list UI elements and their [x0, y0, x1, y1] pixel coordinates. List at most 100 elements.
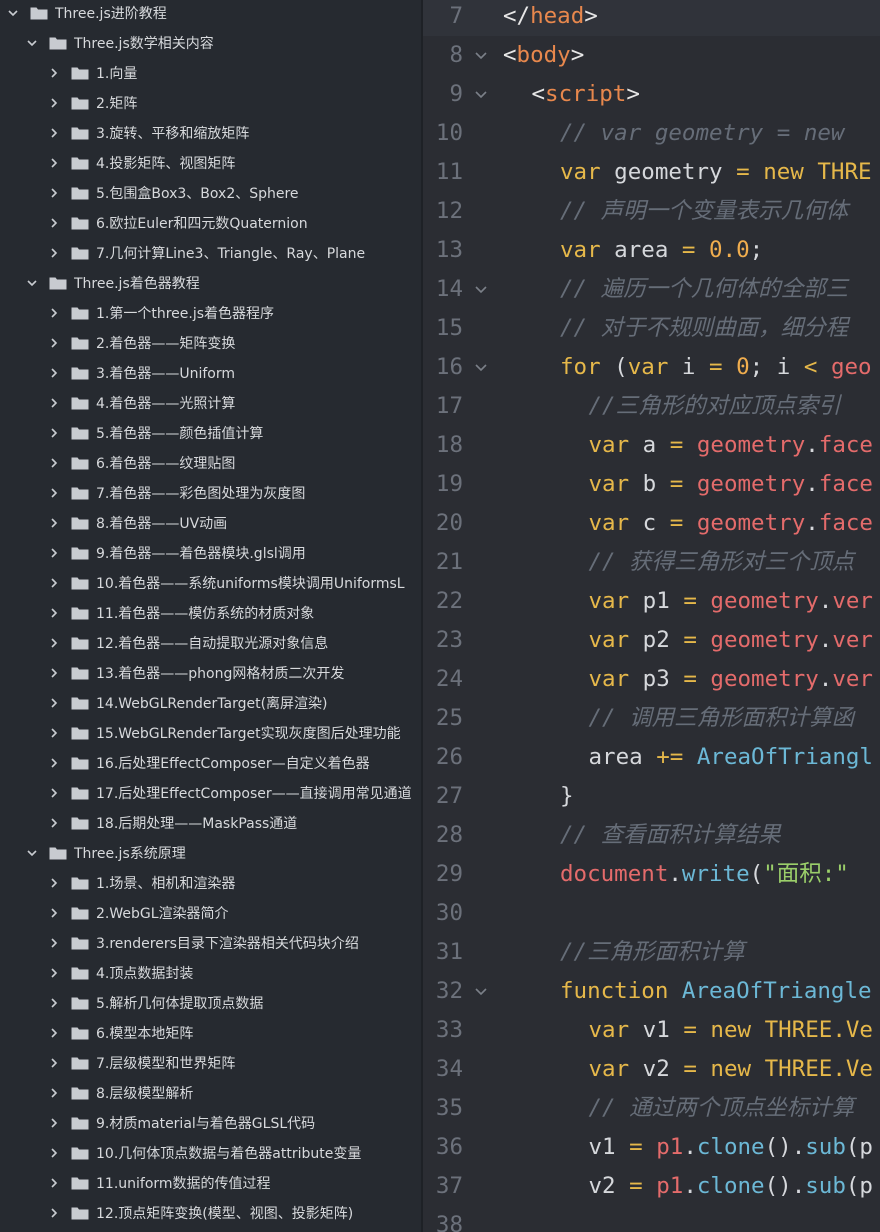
chevron-right-icon[interactable]: [47, 1026, 61, 1040]
code-line[interactable]: 23 var p2 = geometry.ver: [423, 621, 880, 660]
chevron-right-icon[interactable]: [47, 606, 61, 620]
chevron-right-icon[interactable]: [47, 366, 61, 380]
fold-chevron-icon[interactable]: [473, 270, 489, 309]
code-line[interactable]: 22 var p1 = geometry.ver: [423, 582, 880, 621]
chevron-right-icon[interactable]: [47, 96, 61, 110]
tree-folder[interactable]: Three.js着色器教程: [0, 268, 421, 298]
tree-item[interactable]: 4.着色器——光照计算: [0, 388, 421, 418]
tree-item[interactable]: 6.欧拉Euler和四元数Quaternion: [0, 208, 421, 238]
code-line[interactable]: 13 var area = 0.0;: [423, 231, 880, 270]
chevron-right-icon[interactable]: [47, 426, 61, 440]
chevron-right-icon[interactable]: [47, 876, 61, 890]
chevron-right-icon[interactable]: [47, 1116, 61, 1130]
chevron-right-icon[interactable]: [47, 1146, 61, 1160]
tree-folder[interactable]: Three.js数学相关内容: [0, 28, 421, 58]
tree-item[interactable]: 1.场景、相机和渲染器: [0, 868, 421, 898]
chevron-right-icon[interactable]: [47, 1056, 61, 1070]
tree-item[interactable]: 5.包围盒Box3、Box2、Sphere: [0, 178, 421, 208]
tree-item[interactable]: 2.着色器——矩阵变换: [0, 328, 421, 358]
chevron-right-icon[interactable]: [47, 396, 61, 410]
tree-item[interactable]: 10.几何体顶点数据与着色器attribute变量: [0, 1138, 421, 1168]
tree-item[interactable]: 6.模型本地矩阵: [0, 1018, 421, 1048]
tree-item[interactable]: 11.uniform数据的传值过程: [0, 1168, 421, 1198]
tree-item[interactable]: 17.后处理EffectComposer——直接调用常见通道: [0, 778, 421, 808]
tree-item[interactable]: 2.WebGL渲染器简介: [0, 898, 421, 928]
chevron-right-icon[interactable]: [47, 156, 61, 170]
tree-item[interactable]: 16.后处理EffectComposer—自定义着色器: [0, 748, 421, 778]
chevron-right-icon[interactable]: [47, 756, 61, 770]
chevron-right-icon[interactable]: [47, 906, 61, 920]
code-line[interactable]: 8 <body>: [423, 36, 880, 75]
chevron-right-icon[interactable]: [47, 246, 61, 260]
chevron-right-icon[interactable]: [47, 1176, 61, 1190]
tree-item[interactable]: 1.向量: [0, 58, 421, 88]
tree-folder[interactable]: Three.js进阶教程: [0, 0, 421, 28]
code-line[interactable]: 30: [423, 894, 880, 933]
tree-item[interactable]: 3.旋转、平移和缩放矩阵: [0, 118, 421, 148]
chevron-down-icon[interactable]: [6, 6, 20, 20]
code-line[interactable]: 28 // 查看面积计算结果: [423, 816, 880, 855]
tree-item[interactable]: 3.着色器——Uniform: [0, 358, 421, 388]
code-line[interactable]: 7 </head>: [423, 0, 880, 36]
chevron-down-icon[interactable]: [25, 846, 39, 860]
fold-chevron-icon[interactable]: [473, 348, 489, 387]
code-line[interactable]: 21 // 获得三角形对三个顶点: [423, 543, 880, 582]
chevron-right-icon[interactable]: [47, 486, 61, 500]
tree-item[interactable]: 15.WebGLRenderTarget实现灰度图后处理功能: [0, 718, 421, 748]
tree-item[interactable]: 12.着色器——自动提取光源对象信息: [0, 628, 421, 658]
tree-item[interactable]: 13.着色器——phong网格材质二次开发: [0, 658, 421, 688]
chevron-right-icon[interactable]: [47, 726, 61, 740]
code-line[interactable]: 9 <script>: [423, 75, 880, 114]
tree-item[interactable]: 1.第一个three.js着色器程序: [0, 298, 421, 328]
fold-chevron-icon[interactable]: [473, 36, 489, 75]
tree-item[interactable]: 10.着色器——系统uniforms模块调用UniformsL: [0, 568, 421, 598]
tree-item[interactable]: 3.renderers目录下渲染器相关代码块介绍: [0, 928, 421, 958]
code-line[interactable]: 35 // 通过两个顶点坐标计算: [423, 1089, 880, 1128]
chevron-right-icon[interactable]: [47, 576, 61, 590]
code-line[interactable]: 38: [423, 1206, 880, 1232]
code-line[interactable]: 25 // 调用三角形面积计算函: [423, 699, 880, 738]
tree-item[interactable]: 5.着色器——颜色插值计算: [0, 418, 421, 448]
tree-item[interactable]: 18.后期处理——MaskPass通道: [0, 808, 421, 838]
chevron-right-icon[interactable]: [47, 636, 61, 650]
code-line[interactable]: 20 var c = geometry.face: [423, 504, 880, 543]
code-line[interactable]: 10 // var geometry = new: [423, 114, 880, 153]
code-line[interactable]: 24 var p3 = geometry.ver: [423, 660, 880, 699]
code-line[interactable]: 32 function AreaOfTriangle: [423, 972, 880, 1011]
chevron-right-icon[interactable]: [47, 996, 61, 1010]
tree-item[interactable]: 9.材质material与着色器GLSL代码: [0, 1108, 421, 1138]
fold-chevron-icon[interactable]: [473, 75, 489, 114]
chevron-right-icon[interactable]: [47, 126, 61, 140]
chevron-right-icon[interactable]: [47, 66, 61, 80]
code-editor[interactable]: 7 </head> 8 <body> 9 <script> 10// var geometr…: [423, 0, 880, 1232]
code-line[interactable]: 37 v2 = p1.clone().sub(p: [423, 1167, 880, 1206]
code-line[interactable]: 34 var v2 = new THREE.Ve: [423, 1050, 880, 1089]
code-line[interactable]: 29 document.write("面积:": [423, 855, 880, 894]
chevron-right-icon[interactable]: [47, 336, 61, 350]
chevron-down-icon[interactable]: [25, 36, 39, 50]
code-line[interactable]: 27}: [423, 777, 880, 816]
chevron-right-icon[interactable]: [47, 216, 61, 230]
tree-item[interactable]: 14.WebGLRenderTarget(离屏渲染): [0, 688, 421, 718]
tree-item[interactable]: 8.着色器——UV动画: [0, 508, 421, 538]
tree-item[interactable]: 9.着色器——着色器模块.glsl调用: [0, 538, 421, 568]
code-line[interactable]: 19 var b = geometry.face: [423, 465, 880, 504]
code-line[interactable]: 15 // 对于不规则曲面，细分程: [423, 309, 880, 348]
chevron-right-icon[interactable]: [47, 936, 61, 950]
tree-item[interactable]: 4.顶点数据封装: [0, 958, 421, 988]
chevron-right-icon[interactable]: [47, 816, 61, 830]
code-line[interactable]: 26 area += AreaOfTriangl: [423, 738, 880, 777]
chevron-right-icon[interactable]: [47, 696, 61, 710]
fold-chevron-icon[interactable]: [473, 972, 489, 1011]
code-line[interactable]: 18 var a = geometry.face: [423, 426, 880, 465]
tree-item[interactable]: 4.投影矩阵、视图矩阵: [0, 148, 421, 178]
code-line[interactable]: 36 v1 = p1.clone().sub(p: [423, 1128, 880, 1167]
chevron-right-icon[interactable]: [47, 186, 61, 200]
chevron-down-icon[interactable]: [25, 276, 39, 290]
tree-folder[interactable]: Three.js系统原理: [0, 838, 421, 868]
code-line[interactable]: 14 // 遍历一个几何体的全部三: [423, 270, 880, 309]
chevron-right-icon[interactable]: [47, 1086, 61, 1100]
tree-item[interactable]: 11.着色器——模仿系统的材质对象: [0, 598, 421, 628]
code-line[interactable]: 17 //三角形的对应顶点索引: [423, 387, 880, 426]
code-line[interactable]: 11 var geometry = new THRE: [423, 153, 880, 192]
